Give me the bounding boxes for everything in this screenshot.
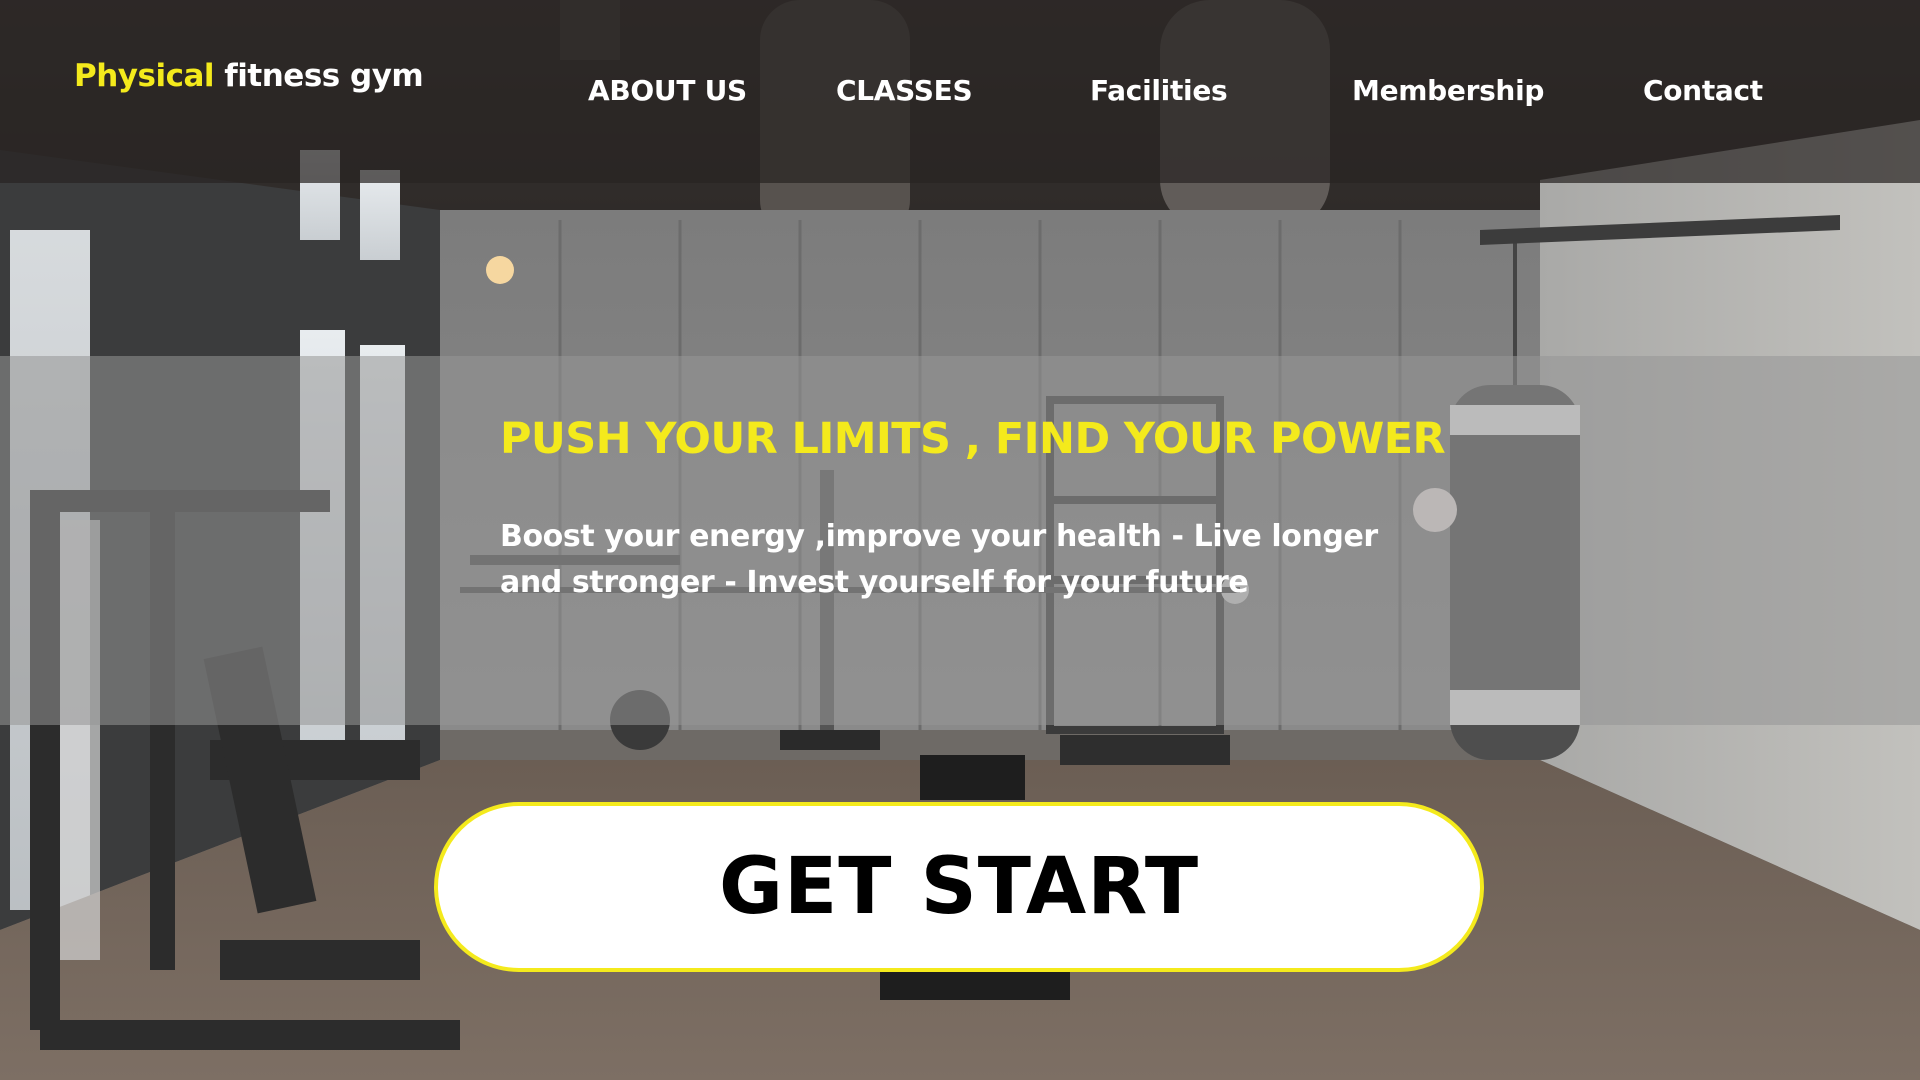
nav-membership[interactable]: Membership	[1352, 74, 1544, 107]
hero-subtext: Boost your energy ,improve your health -…	[500, 519, 1378, 600]
nav-contact[interactable]: Contact	[1643, 74, 1763, 107]
get-start-label: GET START	[718, 842, 1200, 932]
nav-classes[interactable]: CLASSES	[836, 74, 973, 107]
brand-highlight: Physical	[74, 58, 215, 94]
get-start-button[interactable]: GET START	[434, 802, 1484, 972]
brand-name: fitness gym	[214, 58, 424, 94]
nav-about-us[interactable]: ABOUT US	[588, 74, 747, 107]
hero-section: Physical fitness gym ABOUT US CLASSES Fa…	[0, 0, 1920, 1080]
site-header: Physical fitness gym ABOUT US CLASSES Fa…	[0, 0, 1920, 183]
nav-facilities[interactable]: Facilities	[1090, 74, 1228, 107]
hero-headline: PUSH YOUR LIMITS , FIND YOUR POWER	[500, 414, 1446, 464]
brand-logo[interactable]: Physical fitness gym	[74, 58, 424, 94]
